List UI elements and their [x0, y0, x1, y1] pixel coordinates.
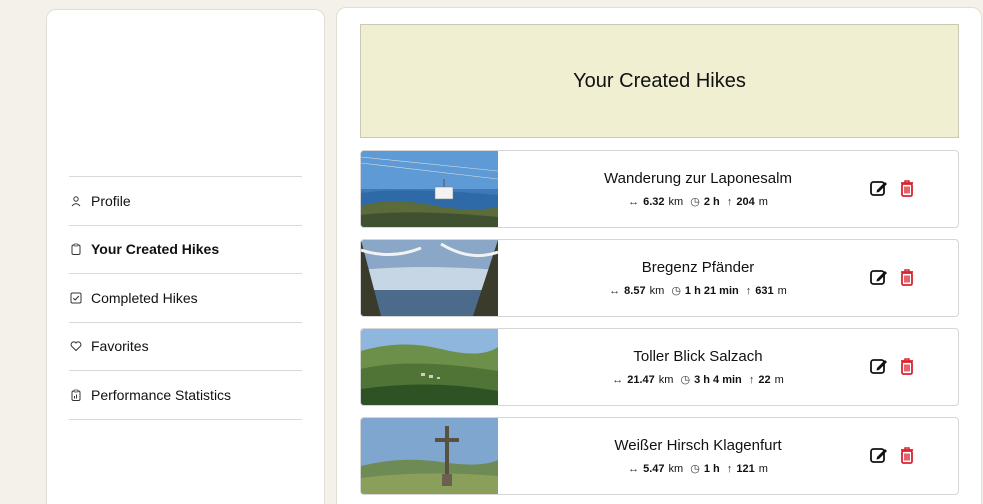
hike-actions	[868, 177, 918, 199]
hike-duration: 1 h	[703, 462, 720, 475]
trash-icon	[901, 269, 913, 286]
hike-distance: 5.47	[643, 462, 665, 475]
hike-distance: 8.57	[624, 284, 646, 297]
hike-distance-unit: km	[668, 195, 684, 208]
edit-button[interactable]	[868, 266, 890, 288]
hike-title[interactable]: Weißer Hirsch Klagenfurt	[498, 437, 898, 454]
hike-actions	[868, 355, 918, 377]
edit-icon	[870, 270, 887, 285]
delete-button[interactable]	[896, 355, 918, 377]
hike-distance-unit: km	[658, 373, 674, 386]
hike-card[interactable]: Weißer Hirsch Klagenfurt ↔ 5.47 km ◷ 1 h…	[360, 417, 959, 495]
hike-elevation-unit: m	[777, 284, 787, 297]
hike-distance-unit: km	[668, 462, 684, 475]
hike-duration: 1 h 21 min	[684, 284, 739, 297]
hike-distance: 6.32	[643, 195, 665, 208]
sidebar-item-favorites[interactable]: Favorites	[69, 323, 302, 371]
hike-elevation-unit: m	[758, 195, 768, 208]
hike-actions	[868, 444, 918, 466]
hike-stats: ↔ 6.32 km ◷ 2 h ↑ 204 m	[498, 195, 898, 209]
elevation-icon: ↑	[745, 373, 755, 386]
edit-button[interactable]	[868, 444, 890, 466]
user-icon	[69, 194, 83, 208]
hike-duration: 3 h 4 min	[694, 373, 742, 386]
sidebar-item-label: Performance Statistics	[91, 386, 232, 403]
hike-card[interactable]: Wanderung zur Laponesalm ↔ 6.32 km ◷ 2 h…	[360, 150, 959, 228]
sidebar-item-label: Favorites	[91, 338, 149, 355]
delete-button[interactable]	[896, 266, 918, 288]
hike-elevation-unit: m	[774, 373, 784, 386]
heart-icon	[69, 339, 83, 353]
hike-stats: ↔ 5.47 km ◷ 1 h ↑ 121 m	[498, 462, 898, 476]
hike-card[interactable]: Bregenz Pfänder ↔ 8.57 km ◷ 1 h 21 min ↑…	[360, 239, 959, 317]
elevation-icon: ↑	[723, 195, 733, 208]
hike-distance-unit: km	[649, 284, 665, 297]
distance-icon: ↔	[628, 195, 640, 208]
trash-icon	[901, 358, 913, 375]
main-panel: Your Created Hikes Wanderung zur Lapones…	[336, 7, 982, 504]
checkbox-icon	[69, 291, 83, 305]
hike-stats: ↔ 8.57 km ◷ 1 h 21 min ↑ 631 m	[498, 284, 898, 298]
delete-button[interactable]	[896, 444, 918, 466]
clipboard-icon	[69, 242, 83, 256]
hike-duration: 2 h	[703, 195, 720, 208]
clock-icon: ◷	[668, 285, 681, 297]
sidebar-item-performance-statistics[interactable]: Performance Statistics	[69, 371, 302, 420]
sidebar-item-label: Completed Hikes	[91, 289, 198, 306]
hike-thumbnail	[361, 418, 498, 494]
delete-button[interactable]	[896, 177, 918, 199]
hike-thumbnail	[361, 240, 498, 316]
distance-icon: ↔	[628, 462, 640, 475]
elevation-icon: ↑	[723, 462, 733, 475]
hike-actions	[868, 266, 918, 288]
hike-distance: 21.47	[627, 373, 655, 386]
page-title: Your Created Hikes	[360, 24, 959, 138]
trash-icon	[901, 180, 913, 197]
clock-icon: ◷	[687, 463, 700, 475]
hike-title[interactable]: Bregenz Pfänder	[498, 259, 898, 276]
trash-icon	[901, 447, 913, 464]
hike-thumbnail	[361, 151, 498, 227]
edit-icon	[870, 448, 887, 463]
edit-button[interactable]	[868, 355, 890, 377]
hike-elevation-unit: m	[758, 462, 768, 475]
sidebar-item-profile[interactable]: Profile	[69, 177, 302, 226]
sidebar-item-label: Profile	[91, 192, 131, 209]
hike-stats: ↔ 21.47 km ◷ 3 h 4 min ↑ 22 m	[498, 373, 898, 387]
sidebar: Profile Your Created Hikes Completed Hik…	[46, 9, 325, 504]
stats-icon	[69, 388, 83, 402]
distance-icon: ↔	[612, 373, 624, 386]
clock-icon: ◷	[687, 196, 700, 208]
edit-icon	[870, 181, 887, 196]
edit-icon	[870, 359, 887, 374]
hike-card[interactable]: Toller Blick Salzach ↔ 21.47 km ◷ 3 h 4 …	[360, 328, 959, 406]
hike-elevation: 22	[758, 373, 771, 386]
edit-button[interactable]	[868, 177, 890, 199]
hike-elevation: 204	[736, 195, 755, 208]
sidebar-item-completed-hikes[interactable]: Completed Hikes	[69, 274, 302, 323]
hike-elevation: 121	[736, 462, 755, 475]
elevation-icon: ↑	[742, 284, 752, 297]
hike-elevation: 631	[755, 284, 774, 297]
sidebar-menu: Profile Your Created Hikes Completed Hik…	[69, 176, 302, 420]
hike-title[interactable]: Toller Blick Salzach	[498, 348, 898, 365]
sidebar-item-created-hikes[interactable]: Your Created Hikes	[69, 226, 302, 274]
clock-icon: ◷	[677, 374, 691, 386]
distance-icon: ↔	[609, 284, 621, 297]
hike-thumbnail	[361, 329, 498, 405]
hike-title[interactable]: Wanderung zur Laponesalm	[498, 170, 898, 187]
sidebar-item-label: Your Created Hikes	[91, 241, 220, 258]
